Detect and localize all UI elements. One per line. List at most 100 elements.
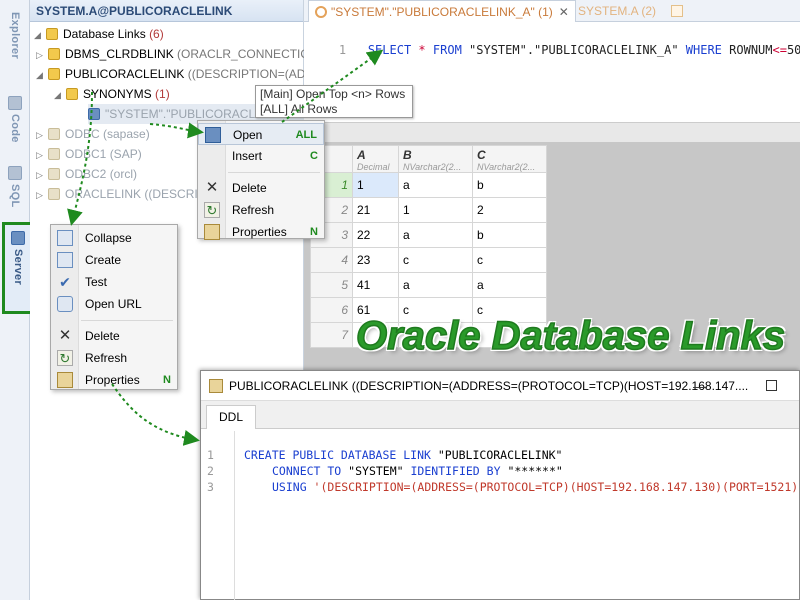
- grid-cell[interactable]: 41: [352, 272, 399, 298]
- menu-item-label: Test: [85, 275, 108, 289]
- tree-item-name: ODBC2: [65, 167, 107, 181]
- menu-item-insert[interactable]: Insert C: [198, 145, 324, 167]
- tree-root-database-links[interactable]: ◢ Database Links (6): [34, 24, 164, 44]
- tree-item-name: DBMS_CLRDBLINK: [65, 47, 174, 61]
- row-number: 4: [310, 247, 353, 273]
- minimize-icon[interactable]: —: [693, 371, 707, 400]
- results-toolbar: [304, 122, 800, 142]
- link-icon: [48, 68, 60, 80]
- column-header-a[interactable]: A Decimal: [352, 145, 399, 173]
- tree-item-dbms-clrdblink[interactable]: ▷ DBMS_CLRDBLINK (ORACLR_CONNECTION: [36, 44, 318, 64]
- tree-item-synonyms[interactable]: ◢ SYNONYMS (1): [54, 84, 170, 104]
- tab-explorer[interactable]: Explorer: [0, 8, 30, 59]
- line-number: 1: [338, 43, 347, 57]
- open-tooltip: [Main] Open Top <n> Rows [ALL] All Rows: [255, 85, 413, 118]
- menu-item-properties[interactable]: Properties N: [198, 221, 324, 243]
- collapse-arrow-icon[interactable]: ◢: [54, 85, 66, 105]
- tree-item-name: ODBC: [65, 127, 100, 141]
- menu-item-shortcut: N: [310, 226, 318, 238]
- check-icon: ✔: [59, 274, 71, 290]
- table-row[interactable]: 5 41 a a: [310, 272, 547, 298]
- collapse-arrow-icon[interactable]: ◢: [34, 25, 46, 45]
- menu-item-open[interactable]: Open ALL: [198, 123, 324, 145]
- grid-cell[interactable]: 21: [352, 197, 399, 223]
- ddl-window-titlebar[interactable]: PUBLICORACLELINK ((DESCRIPTION=(ADDRESS=…: [201, 371, 799, 401]
- sql-keyword: USING: [272, 480, 307, 494]
- menu-item-label: Delete: [85, 329, 120, 343]
- grid-cell[interactable]: a: [472, 272, 547, 298]
- ddl-window-title: PUBLICORACLELINK ((DESCRIPTION=(ADDRESS=…: [229, 379, 749, 393]
- menu-item-delete[interactable]: ✕ Delete: [198, 177, 324, 199]
- server-icon: [11, 231, 25, 245]
- collapse-arrow-icon[interactable]: ◢: [36, 65, 48, 85]
- grid-cell[interactable]: a: [398, 272, 473, 298]
- column-header-b[interactable]: B NVarchar2(2...: [398, 145, 473, 173]
- link-context-menu: Collapse Create ✔ Test Open URL ✕ Delete…: [50, 224, 178, 390]
- menu-item-refresh[interactable]: ↻ Refresh: [51, 347, 177, 369]
- tree-item-detail: (SAP): [109, 147, 142, 161]
- ddl-line-2: 2 CONNECT TO "SYSTEM" IDENTIFIED BY "****…: [201, 447, 563, 478]
- menu-item-refresh[interactable]: ↻ Refresh: [198, 199, 324, 221]
- grid-cell[interactable]: c: [472, 247, 547, 273]
- tree-item-publicoraclelink[interactable]: ◢ PUBLICORACLELINK ((DESCRIPTION=(ADDR: [36, 64, 323, 84]
- tab-overflow-icon[interactable]: [671, 5, 684, 17]
- menu-item-delete[interactable]: ✕ Delete: [51, 325, 177, 347]
- tab-system-a[interactable]: SYSTEM.A (2): [572, 0, 689, 22]
- table-row[interactable]: 11ab: [310, 172, 547, 198]
- tree-item-odbc2[interactable]: ▷ ODBC2 (orcl): [36, 164, 137, 184]
- tree-item-name: PUBLICORACLELINK: [65, 67, 185, 81]
- grid-cell[interactable]: 23: [352, 247, 399, 273]
- tree-item-odbc1[interactable]: ▷ ODBC1 (SAP): [36, 144, 142, 164]
- vertical-tab-strip: Explorer Code SQL Server: [0, 0, 34, 600]
- menu-item-properties[interactable]: Properties N: [51, 369, 177, 391]
- maximize-icon[interactable]: [766, 380, 777, 391]
- properties-icon: [204, 224, 220, 240]
- tab-ddl[interactable]: DDL: [206, 405, 257, 429]
- editor-tab-bar: "SYSTEM"."PUBLICORACLELINK_A" (1) ✕ SYSTE…: [304, 0, 800, 22]
- refresh-icon: ↻: [204, 202, 220, 218]
- ddl-code-editor[interactable]: 1 CREATE PUBLIC DATABASE LINK "PUBLICORAC…: [201, 431, 800, 600]
- sql-star: *: [418, 43, 426, 57]
- menu-item-create[interactable]: Create: [51, 249, 177, 271]
- expand-arrow-icon[interactable]: ▷: [36, 165, 48, 185]
- grid-cell[interactable]: 1: [352, 172, 399, 198]
- expand-arrow-icon[interactable]: ▷: [36, 185, 48, 205]
- grid-cell[interactable]: 2: [472, 197, 547, 223]
- folder-icon: [66, 88, 78, 100]
- tab-sql[interactable]: SQL: [0, 166, 30, 208]
- expand-arrow-icon[interactable]: ▷: [36, 125, 48, 145]
- grid-cell[interactable]: 22: [352, 222, 399, 248]
- menu-item-collapse[interactable]: Collapse: [51, 227, 177, 249]
- tree-root-count: (6): [149, 27, 164, 41]
- tree-item-oraclelink[interactable]: ▷ ORACLELINK ((DESCRIP: [36, 184, 206, 204]
- link-icon: [48, 128, 60, 140]
- folder-icon: [46, 28, 58, 40]
- row-number: 5: [310, 272, 353, 298]
- tab-publicoraclelink-a[interactable]: "SYSTEM"."PUBLICORACLELINK_A" (1) ✕: [308, 0, 576, 22]
- grid-cell[interactable]: 1: [398, 197, 473, 223]
- tree-item-name: ODBC1: [65, 147, 107, 161]
- grid-cell[interactable]: a: [398, 222, 473, 248]
- grid-cell[interactable]: b: [472, 172, 547, 198]
- grid-cell[interactable]: b: [472, 222, 547, 248]
- menu-item-label: Refresh: [232, 203, 275, 217]
- column-header-c[interactable]: C NVarchar2(2...: [472, 145, 547, 173]
- table-row[interactable]: 3 22 a b: [310, 222, 547, 248]
- tree-item-odbc[interactable]: ▷ ODBC (sapase): [36, 124, 150, 144]
- close-icon[interactable]: ✕: [559, 5, 569, 19]
- refresh-icon: ↻: [57, 350, 73, 366]
- expand-arrow-icon[interactable]: ▷: [36, 45, 48, 65]
- grid-cell[interactable]: a: [398, 172, 473, 198]
- tree-root-label: Database Links: [63, 27, 146, 41]
- tab-code-label: Code: [9, 114, 21, 143]
- expand-arrow-icon[interactable]: ▷: [36, 145, 48, 165]
- menu-item-shortcut: N: [163, 374, 171, 386]
- column-type: NVarchar2(2...: [403, 162, 462, 172]
- line-number: 3: [207, 480, 214, 494]
- menu-item-test[interactable]: ✔ Test: [51, 271, 177, 293]
- table-row[interactable]: 2 21 1 2: [310, 197, 547, 223]
- grid-cell[interactable]: c: [398, 247, 473, 273]
- tab-code[interactable]: Code: [0, 96, 30, 143]
- menu-item-open-url[interactable]: Open URL: [51, 293, 177, 315]
- table-row[interactable]: 4 23 c c: [310, 247, 547, 273]
